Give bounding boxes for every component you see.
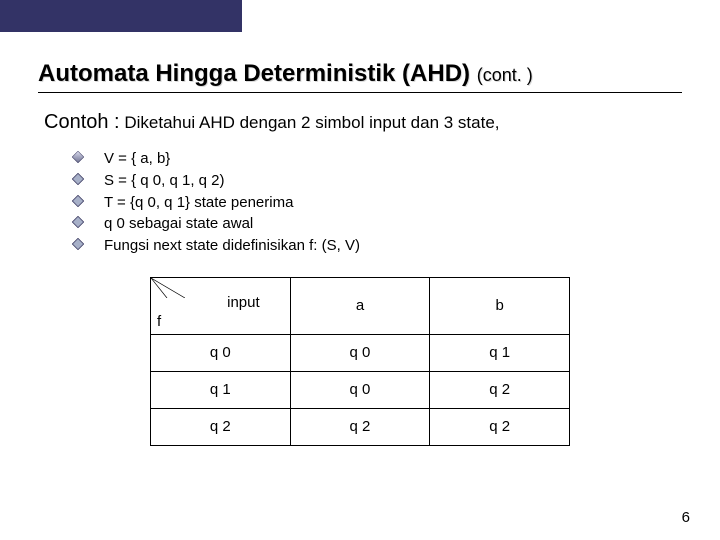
header-accent-bar <box>0 0 242 32</box>
cell: q 0 <box>290 334 430 371</box>
diamond-bullet-icon <box>72 238 84 250</box>
list-item: q 0 sebagai state awal <box>72 213 682 235</box>
example-intro: Contoh : Diketahui AHD dengan 2 simbol i… <box>44 111 682 134</box>
page-number: 6 <box>682 509 690 526</box>
transition-table: input f a b q 0 q 0 q 1 q 1 q 0 q 2 q 2 … <box>150 277 570 446</box>
table-header-row: input f a b <box>151 277 570 334</box>
col-header-b: b <box>430 277 570 334</box>
state-cell: q 0 <box>151 334 291 371</box>
cell: q 2 <box>430 408 570 445</box>
f-label: f <box>157 313 161 330</box>
slide-content: Automata Hingga Deterministik (AHD) (con… <box>0 32 720 446</box>
list-item-text: T = {q 0, q 1} state penerima <box>104 192 293 214</box>
list-item-text: S = { q 0, q 1, q 2) <box>104 170 225 192</box>
cell: q 2 <box>430 371 570 408</box>
contoh-text: Diketahui AHD dengan 2 simbol input dan … <box>120 113 500 132</box>
slide-title: Automata Hingga Deterministik (AHD) (con… <box>38 60 682 88</box>
list-item: V = { a, b} <box>72 148 682 170</box>
state-cell: q 1 <box>151 371 291 408</box>
list-item-text: V = { a, b} <box>104 148 170 170</box>
table-row: q 0 q 0 q 1 <box>151 334 570 371</box>
list-item-text: Fungsi next state didefinisikan f: (S, V… <box>104 235 360 257</box>
table-row: q 2 q 2 q 2 <box>151 408 570 445</box>
table-corner-cell: input f <box>151 277 291 334</box>
col-header-a: a <box>290 277 430 334</box>
title-cont: (cont. ) <box>477 65 533 85</box>
list-item: S = { q 0, q 1, q 2) <box>72 170 682 192</box>
input-label: input <box>227 294 260 311</box>
cell: q 1 <box>430 334 570 371</box>
list-item-text: q 0 sebagai state awal <box>104 213 253 235</box>
diamond-bullet-icon <box>72 195 84 207</box>
title-main: Automata Hingga Deterministik (AHD) <box>38 60 470 87</box>
table-row: q 1 q 0 q 2 <box>151 371 570 408</box>
title-underline <box>38 92 682 93</box>
definition-list: V = { a, b} S = { q 0, q 1, q 2) T = {q … <box>72 148 682 257</box>
state-cell: q 2 <box>151 408 291 445</box>
list-item: T = {q 0, q 1} state penerima <box>72 192 682 214</box>
cell: q 2 <box>290 408 430 445</box>
cell: q 0 <box>290 371 430 408</box>
diamond-bullet-icon <box>72 151 84 163</box>
diamond-bullet-icon <box>72 173 84 185</box>
list-item: Fungsi next state didefinisikan f: (S, V… <box>72 235 682 257</box>
diamond-bullet-icon <box>72 216 84 228</box>
diagonal-split-icon <box>151 278 185 298</box>
contoh-label: Contoh : <box>44 111 120 133</box>
